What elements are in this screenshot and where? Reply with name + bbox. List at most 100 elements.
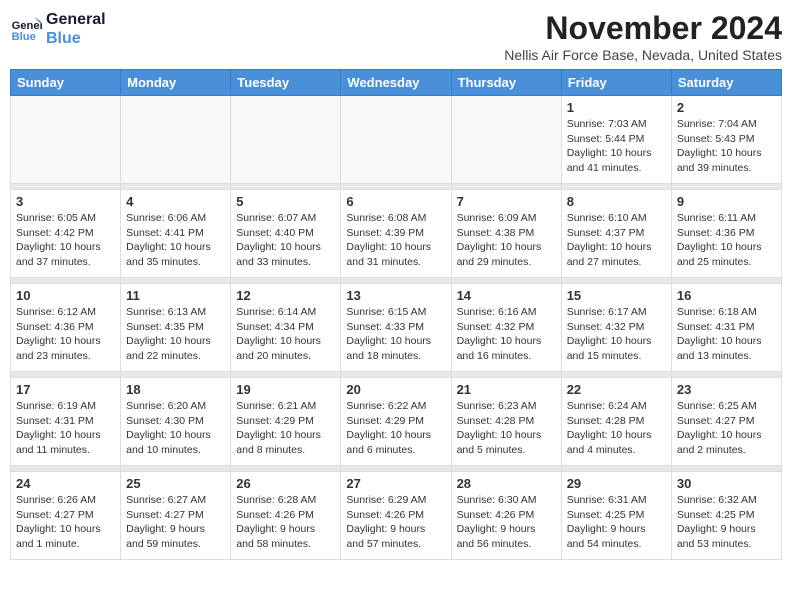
day-number: 25 <box>126 476 225 491</box>
day-info: Sunrise: 7:03 AM Sunset: 5:44 PM Dayligh… <box>567 117 666 176</box>
day-cell: 16 Sunrise: 6:18 AM Sunset: 4:31 PM Dayli… <box>671 284 781 372</box>
day-cell: 11Sunrise: 6:13 AM Sunset: 4:35 PM Dayli… <box>121 284 231 372</box>
header-friday: Friday <box>561 70 671 96</box>
day-info: Sunrise: 6:07 AM Sunset: 4:40 PM Dayligh… <box>236 211 335 270</box>
day-number: 8 <box>567 194 666 209</box>
day-cell: 22Sunrise: 6:24 AM Sunset: 4:28 PM Dayli… <box>561 378 671 466</box>
header-sunday: Sunday <box>11 70 121 96</box>
location-subtitle: Nellis Air Force Base, Nevada, United St… <box>504 47 782 63</box>
day-info: Sunrise: 6:23 AM Sunset: 4:28 PM Dayligh… <box>457 399 556 458</box>
day-cell <box>451 96 561 184</box>
day-cell: 1Sunrise: 7:03 AM Sunset: 5:44 PM Daylig… <box>561 96 671 184</box>
day-number: 17 <box>16 382 115 397</box>
day-info: Sunrise: 7:04 AM Sunset: 5:43 PM Dayligh… <box>677 117 776 176</box>
day-info: Sunrise: 6:05 AM Sunset: 4:42 PM Dayligh… <box>16 211 115 270</box>
day-info: Sunrise: 6:30 AM Sunset: 4:26 PM Dayligh… <box>457 493 556 552</box>
day-cell: 13Sunrise: 6:15 AM Sunset: 4:33 PM Dayli… <box>341 284 451 372</box>
day-number: 10 <box>16 288 115 303</box>
day-number: 5 <box>236 194 335 209</box>
header-tuesday: Tuesday <box>231 70 341 96</box>
day-info: Sunrise: 6:15 AM Sunset: 4:33 PM Dayligh… <box>346 305 445 364</box>
day-info: Sunrise: 6:24 AM Sunset: 4:28 PM Dayligh… <box>567 399 666 458</box>
day-info: Sunrise: 6:14 AM Sunset: 4:34 PM Dayligh… <box>236 305 335 364</box>
day-cell: 20 Sunrise: 6:22 AM Sunset: 4:29 PM Dayli… <box>341 378 451 466</box>
day-info: Sunrise: 6:27 AM Sunset: 4:27 PM Dayligh… <box>126 493 225 552</box>
day-number: 6 <box>346 194 445 209</box>
day-cell: 25 Sunrise: 6:27 AM Sunset: 4:27 PM Dayli… <box>121 472 231 560</box>
day-info: Sunrise: 6:26 AM Sunset: 4:27 PM Dayligh… <box>16 493 115 552</box>
day-number: 18 <box>126 382 225 397</box>
day-number: 14 <box>457 288 556 303</box>
month-title: November 2024 <box>504 10 782 47</box>
day-cell: 15Sunrise: 6:17 AM Sunset: 4:32 PM Dayli… <box>561 284 671 372</box>
week-row-4: 17 Sunrise: 6:19 AM Sunset: 4:31 PM Dayli… <box>11 378 782 466</box>
day-info: Sunrise: 6:29 AM Sunset: 4:26 PM Dayligh… <box>346 493 445 552</box>
day-info: Sunrise: 6:21 AM Sunset: 4:29 PM Dayligh… <box>236 399 335 458</box>
day-cell: 12Sunrise: 6:14 AM Sunset: 4:34 PM Dayli… <box>231 284 341 372</box>
day-info: Sunrise: 6:13 AM Sunset: 4:35 PM Dayligh… <box>126 305 225 364</box>
day-number: 7 <box>457 194 556 209</box>
day-number: 20 <box>346 382 445 397</box>
day-cell: 10 Sunrise: 6:12 AM Sunset: 4:36 PM Dayli… <box>11 284 121 372</box>
day-number: 16 <box>677 288 776 303</box>
week-row-5: 24 Sunrise: 6:26 AM Sunset: 4:27 PM Dayli… <box>11 472 782 560</box>
day-cell: 19 Sunrise: 6:21 AM Sunset: 4:29 PM Dayli… <box>231 378 341 466</box>
day-cell: 6Sunrise: 6:08 AM Sunset: 4:39 PM Daylig… <box>341 190 451 278</box>
day-cell: 17 Sunrise: 6:19 AM Sunset: 4:31 PM Dayli… <box>11 378 121 466</box>
header-wednesday: Wednesday <box>341 70 451 96</box>
day-info: Sunrise: 6:22 AM Sunset: 4:29 PM Dayligh… <box>346 399 445 458</box>
day-number: 26 <box>236 476 335 491</box>
day-number: 21 <box>457 382 556 397</box>
day-number: 30 <box>677 476 776 491</box>
day-info: Sunrise: 6:12 AM Sunset: 4:36 PM Dayligh… <box>16 305 115 364</box>
day-number: 24 <box>16 476 115 491</box>
day-cell: 29Sunrise: 6:31 AM Sunset: 4:25 PM Dayli… <box>561 472 671 560</box>
day-cell: 4Sunrise: 6:06 AM Sunset: 4:41 PM Daylig… <box>121 190 231 278</box>
day-cell <box>121 96 231 184</box>
logo-icon: General Blue <box>10 13 42 45</box>
day-number: 28 <box>457 476 556 491</box>
svg-text:Blue: Blue <box>12 31 36 43</box>
day-info: Sunrise: 6:28 AM Sunset: 4:26 PM Dayligh… <box>236 493 335 552</box>
calendar-header-row: SundayMondayTuesdayWednesdayThursdayFrid… <box>11 70 782 96</box>
header-saturday: Saturday <box>671 70 781 96</box>
page-header: General Blue General Blue November 2024 … <box>10 10 782 63</box>
day-cell: 8Sunrise: 6:10 AM Sunset: 4:37 PM Daylig… <box>561 190 671 278</box>
day-cell: 3 Sunrise: 6:05 AM Sunset: 4:42 PM Daylig… <box>11 190 121 278</box>
title-area: November 2024 Nellis Air Force Base, Nev… <box>504 10 782 63</box>
week-row-1: 1Sunrise: 7:03 AM Sunset: 5:44 PM Daylig… <box>11 96 782 184</box>
header-monday: Monday <box>121 70 231 96</box>
day-info: Sunrise: 6:17 AM Sunset: 4:32 PM Dayligh… <box>567 305 666 364</box>
day-cell: 7 Sunrise: 6:09 AM Sunset: 4:38 PM Daylig… <box>451 190 561 278</box>
day-cell: 28 Sunrise: 6:30 AM Sunset: 4:26 PM Dayli… <box>451 472 561 560</box>
day-info: Sunrise: 6:16 AM Sunset: 4:32 PM Dayligh… <box>457 305 556 364</box>
day-cell: 21 Sunrise: 6:23 AM Sunset: 4:28 PM Dayli… <box>451 378 561 466</box>
day-number: 3 <box>16 194 115 209</box>
day-number: 23 <box>677 382 776 397</box>
day-cell: 23 Sunrise: 6:25 AM Sunset: 4:27 PM Dayli… <box>671 378 781 466</box>
day-info: Sunrise: 6:32 AM Sunset: 4:25 PM Dayligh… <box>677 493 776 552</box>
day-info: Sunrise: 6:11 AM Sunset: 4:36 PM Dayligh… <box>677 211 776 270</box>
week-row-2: 3 Sunrise: 6:05 AM Sunset: 4:42 PM Daylig… <box>11 190 782 278</box>
day-number: 9 <box>677 194 776 209</box>
day-number: 19 <box>236 382 335 397</box>
day-info: Sunrise: 6:18 AM Sunset: 4:31 PM Dayligh… <box>677 305 776 364</box>
day-info: Sunrise: 6:25 AM Sunset: 4:27 PM Dayligh… <box>677 399 776 458</box>
day-cell: 24 Sunrise: 6:26 AM Sunset: 4:27 PM Dayli… <box>11 472 121 560</box>
day-info: Sunrise: 6:31 AM Sunset: 4:25 PM Dayligh… <box>567 493 666 552</box>
day-cell: 2 Sunrise: 7:04 AM Sunset: 5:43 PM Daylig… <box>671 96 781 184</box>
day-number: 2 <box>677 100 776 115</box>
day-cell: 18Sunrise: 6:20 AM Sunset: 4:30 PM Dayli… <box>121 378 231 466</box>
calendar-table: SundayMondayTuesdayWednesdayThursdayFrid… <box>10 69 782 560</box>
day-info: Sunrise: 6:19 AM Sunset: 4:31 PM Dayligh… <box>16 399 115 458</box>
day-info: Sunrise: 6:09 AM Sunset: 4:38 PM Dayligh… <box>457 211 556 270</box>
day-number: 27 <box>346 476 445 491</box>
svg-text:General: General <box>12 20 42 32</box>
logo-text-general: General <box>46 10 106 29</box>
day-info: Sunrise: 6:06 AM Sunset: 4:41 PM Dayligh… <box>126 211 225 270</box>
day-cell: 27 Sunrise: 6:29 AM Sunset: 4:26 PM Dayli… <box>341 472 451 560</box>
week-row-3: 10 Sunrise: 6:12 AM Sunset: 4:36 PM Dayli… <box>11 284 782 372</box>
logo: General Blue General Blue <box>10 10 106 48</box>
logo-text-blue: Blue <box>46 29 106 48</box>
day-cell: 9 Sunrise: 6:11 AM Sunset: 4:36 PM Daylig… <box>671 190 781 278</box>
